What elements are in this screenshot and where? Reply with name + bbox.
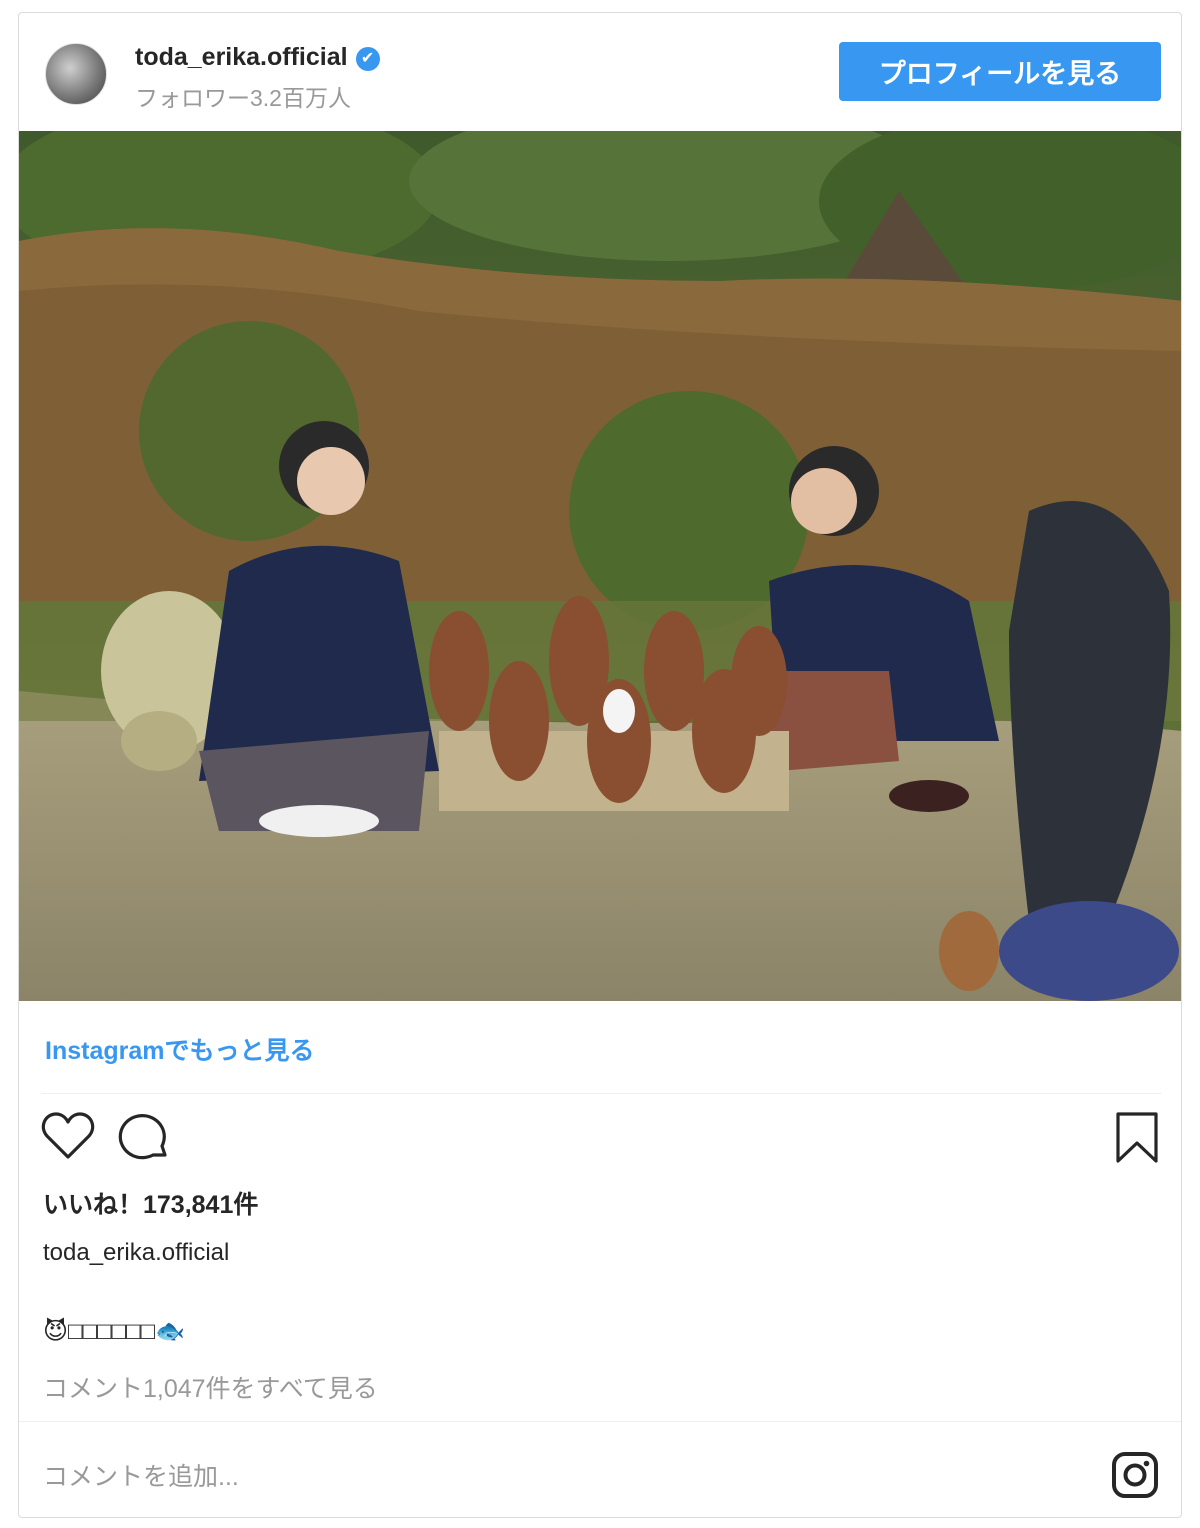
- view-all-comments-link[interactable]: コメント1,047件をすべて見る: [43, 1369, 378, 1405]
- instagram-icon[interactable]: [1111, 1451, 1159, 1504]
- verified-badge-icon: ✔: [355, 47, 380, 71]
- divider: [41, 1093, 1161, 1094]
- post-header: toda_erika.official ✔ フォロワー3.2百万人 プロフィールを…: [19, 13, 1181, 131]
- add-comment-field[interactable]: コメントを追加...: [43, 1457, 239, 1493]
- bookmark-icon[interactable]: [1115, 1111, 1159, 1170]
- caption-text: 😈□□□□□□🐟: [43, 1318, 185, 1345]
- comment-icon[interactable]: [115, 1111, 171, 1168]
- like-count[interactable]: いいね！173,841件: [43, 1185, 258, 1221]
- instagram-embed-card: toda_erika.official ✔ フォロワー3.2百万人 プロフィールを…: [18, 12, 1182, 1518]
- avatar[interactable]: [45, 43, 107, 105]
- heart-icon[interactable]: [41, 1111, 95, 1166]
- follower-count: フォロワー3.2百万人: [135, 85, 351, 111]
- caption-username[interactable]: toda_erika.official: [43, 1239, 229, 1267]
- post-photo[interactable]: [19, 131, 1181, 1001]
- view-more-on-instagram-link[interactable]: Instagramでもっと見る: [45, 1031, 314, 1067]
- view-profile-button[interactable]: プロフィールを見る: [839, 42, 1161, 101]
- username-row[interactable]: toda_erika.official ✔: [135, 43, 380, 72]
- username[interactable]: toda_erika.official: [135, 43, 348, 71]
- divider: [19, 1421, 1181, 1422]
